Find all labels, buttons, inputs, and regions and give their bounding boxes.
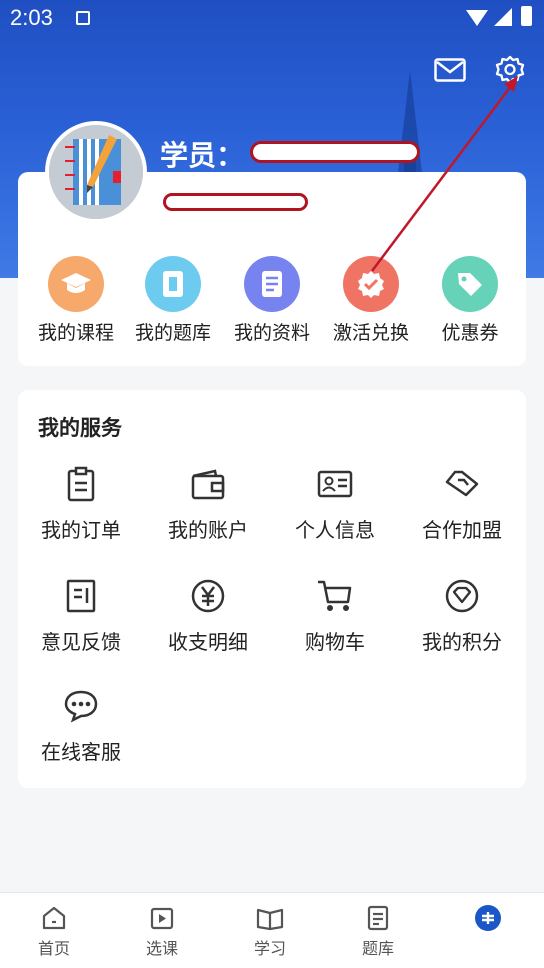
tab-label: 学习: [253, 939, 286, 958]
question-bank-icon: [363, 903, 393, 933]
service-label: 购物车: [305, 630, 365, 654]
quick-action-coupons[interactable]: 优惠券: [420, 256, 520, 345]
points-icon: [442, 576, 482, 616]
profile-active-icon: [473, 903, 503, 933]
feedback-icon: [61, 576, 101, 616]
service-my-account[interactable]: 我的账户: [145, 464, 271, 543]
bottom-nav: 首页 选课 学习 题库: [0, 892, 544, 968]
quick-action-activate-redeem[interactable]: 激活兑换: [321, 256, 421, 345]
tab-label: 题库: [361, 939, 394, 958]
course-select-icon: [147, 903, 177, 933]
tab-label: 选课: [145, 939, 178, 958]
service-online-support[interactable]: 在线客服: [18, 686, 144, 765]
tab-question-bank[interactable]: 题库: [324, 903, 432, 959]
quick-action-label: 我的资料: [233, 322, 310, 344]
graduation-cap-icon: [48, 256, 104, 312]
yuan-icon: [188, 576, 228, 616]
chat-icon: [61, 686, 101, 726]
wifi-icon: [466, 10, 488, 26]
service-label: 我的订单: [41, 518, 121, 542]
tab-study[interactable]: 学习: [216, 903, 324, 959]
notification-icon: [76, 11, 90, 25]
signal-icon: [494, 8, 512, 26]
verified-badge-icon: [343, 256, 399, 312]
quick-action-my-materials[interactable]: 我的资料: [222, 256, 322, 345]
service-my-orders[interactable]: 我的订单: [18, 464, 144, 543]
service-label: 在线客服: [41, 740, 121, 764]
redacted-id: [163, 193, 308, 211]
service-shopping-cart[interactable]: 购物车: [272, 576, 398, 655]
book-icon: [255, 903, 285, 933]
tab-label: 首页: [37, 939, 70, 958]
service-label: 意见反馈: [41, 630, 121, 654]
wallet-icon: [188, 464, 228, 504]
service-partnership[interactable]: 合作加盟: [399, 464, 525, 543]
service-personal-info[interactable]: 个人信息: [272, 464, 398, 543]
cart-icon: [315, 576, 355, 616]
quick-action-my-question-bank[interactable]: 我的题库: [123, 256, 223, 345]
service-label: 收支明细: [168, 630, 248, 654]
tab-course-select[interactable]: 选课: [108, 903, 216, 959]
nickname-label: 学员：: [160, 139, 245, 172]
document-icon: [244, 256, 300, 312]
tab-home[interactable]: 首页: [0, 903, 108, 959]
service-label: 个人信息: [295, 518, 375, 542]
status-time: 2:03: [10, 5, 53, 30]
services-title: 我的服务: [38, 416, 122, 440]
quick-action-label: 优惠券: [441, 322, 499, 344]
service-label: 我的积分: [422, 630, 502, 654]
quick-action-label: 我的题库: [134, 322, 211, 344]
tag-icon: [442, 256, 498, 312]
battery-icon: [521, 6, 532, 26]
service-income-expense[interactable]: 收支明细: [145, 576, 271, 655]
tab-profile[interactable]: [434, 903, 542, 935]
services-card: 我的服务 我的订单 我的账户 个人信息 合作加盟 意见反馈 收支明细 购物车 我…: [18, 390, 526, 788]
home-icon: [39, 903, 69, 933]
quick-action-label: 我的课程: [37, 322, 114, 344]
mail-icon[interactable]: [434, 58, 466, 82]
quick-action-label: 激活兑换: [332, 322, 409, 344]
service-label: 合作加盟: [422, 518, 502, 542]
id-card-icon: [315, 464, 355, 504]
redacted-name: [250, 141, 420, 163]
gear-icon[interactable]: [494, 54, 526, 86]
service-my-points[interactable]: 我的积分: [399, 576, 525, 655]
clipboard-icon: [61, 464, 101, 504]
quick-action-my-courses[interactable]: 我的课程: [26, 256, 126, 345]
service-feedback[interactable]: 意见反馈: [18, 576, 144, 655]
service-label: 我的账户: [168, 518, 248, 542]
avatar[interactable]: [45, 121, 147, 223]
bookmark-icon: [145, 256, 201, 312]
status-bar: 2:03: [0, 0, 544, 36]
handshake-icon: [442, 464, 482, 504]
